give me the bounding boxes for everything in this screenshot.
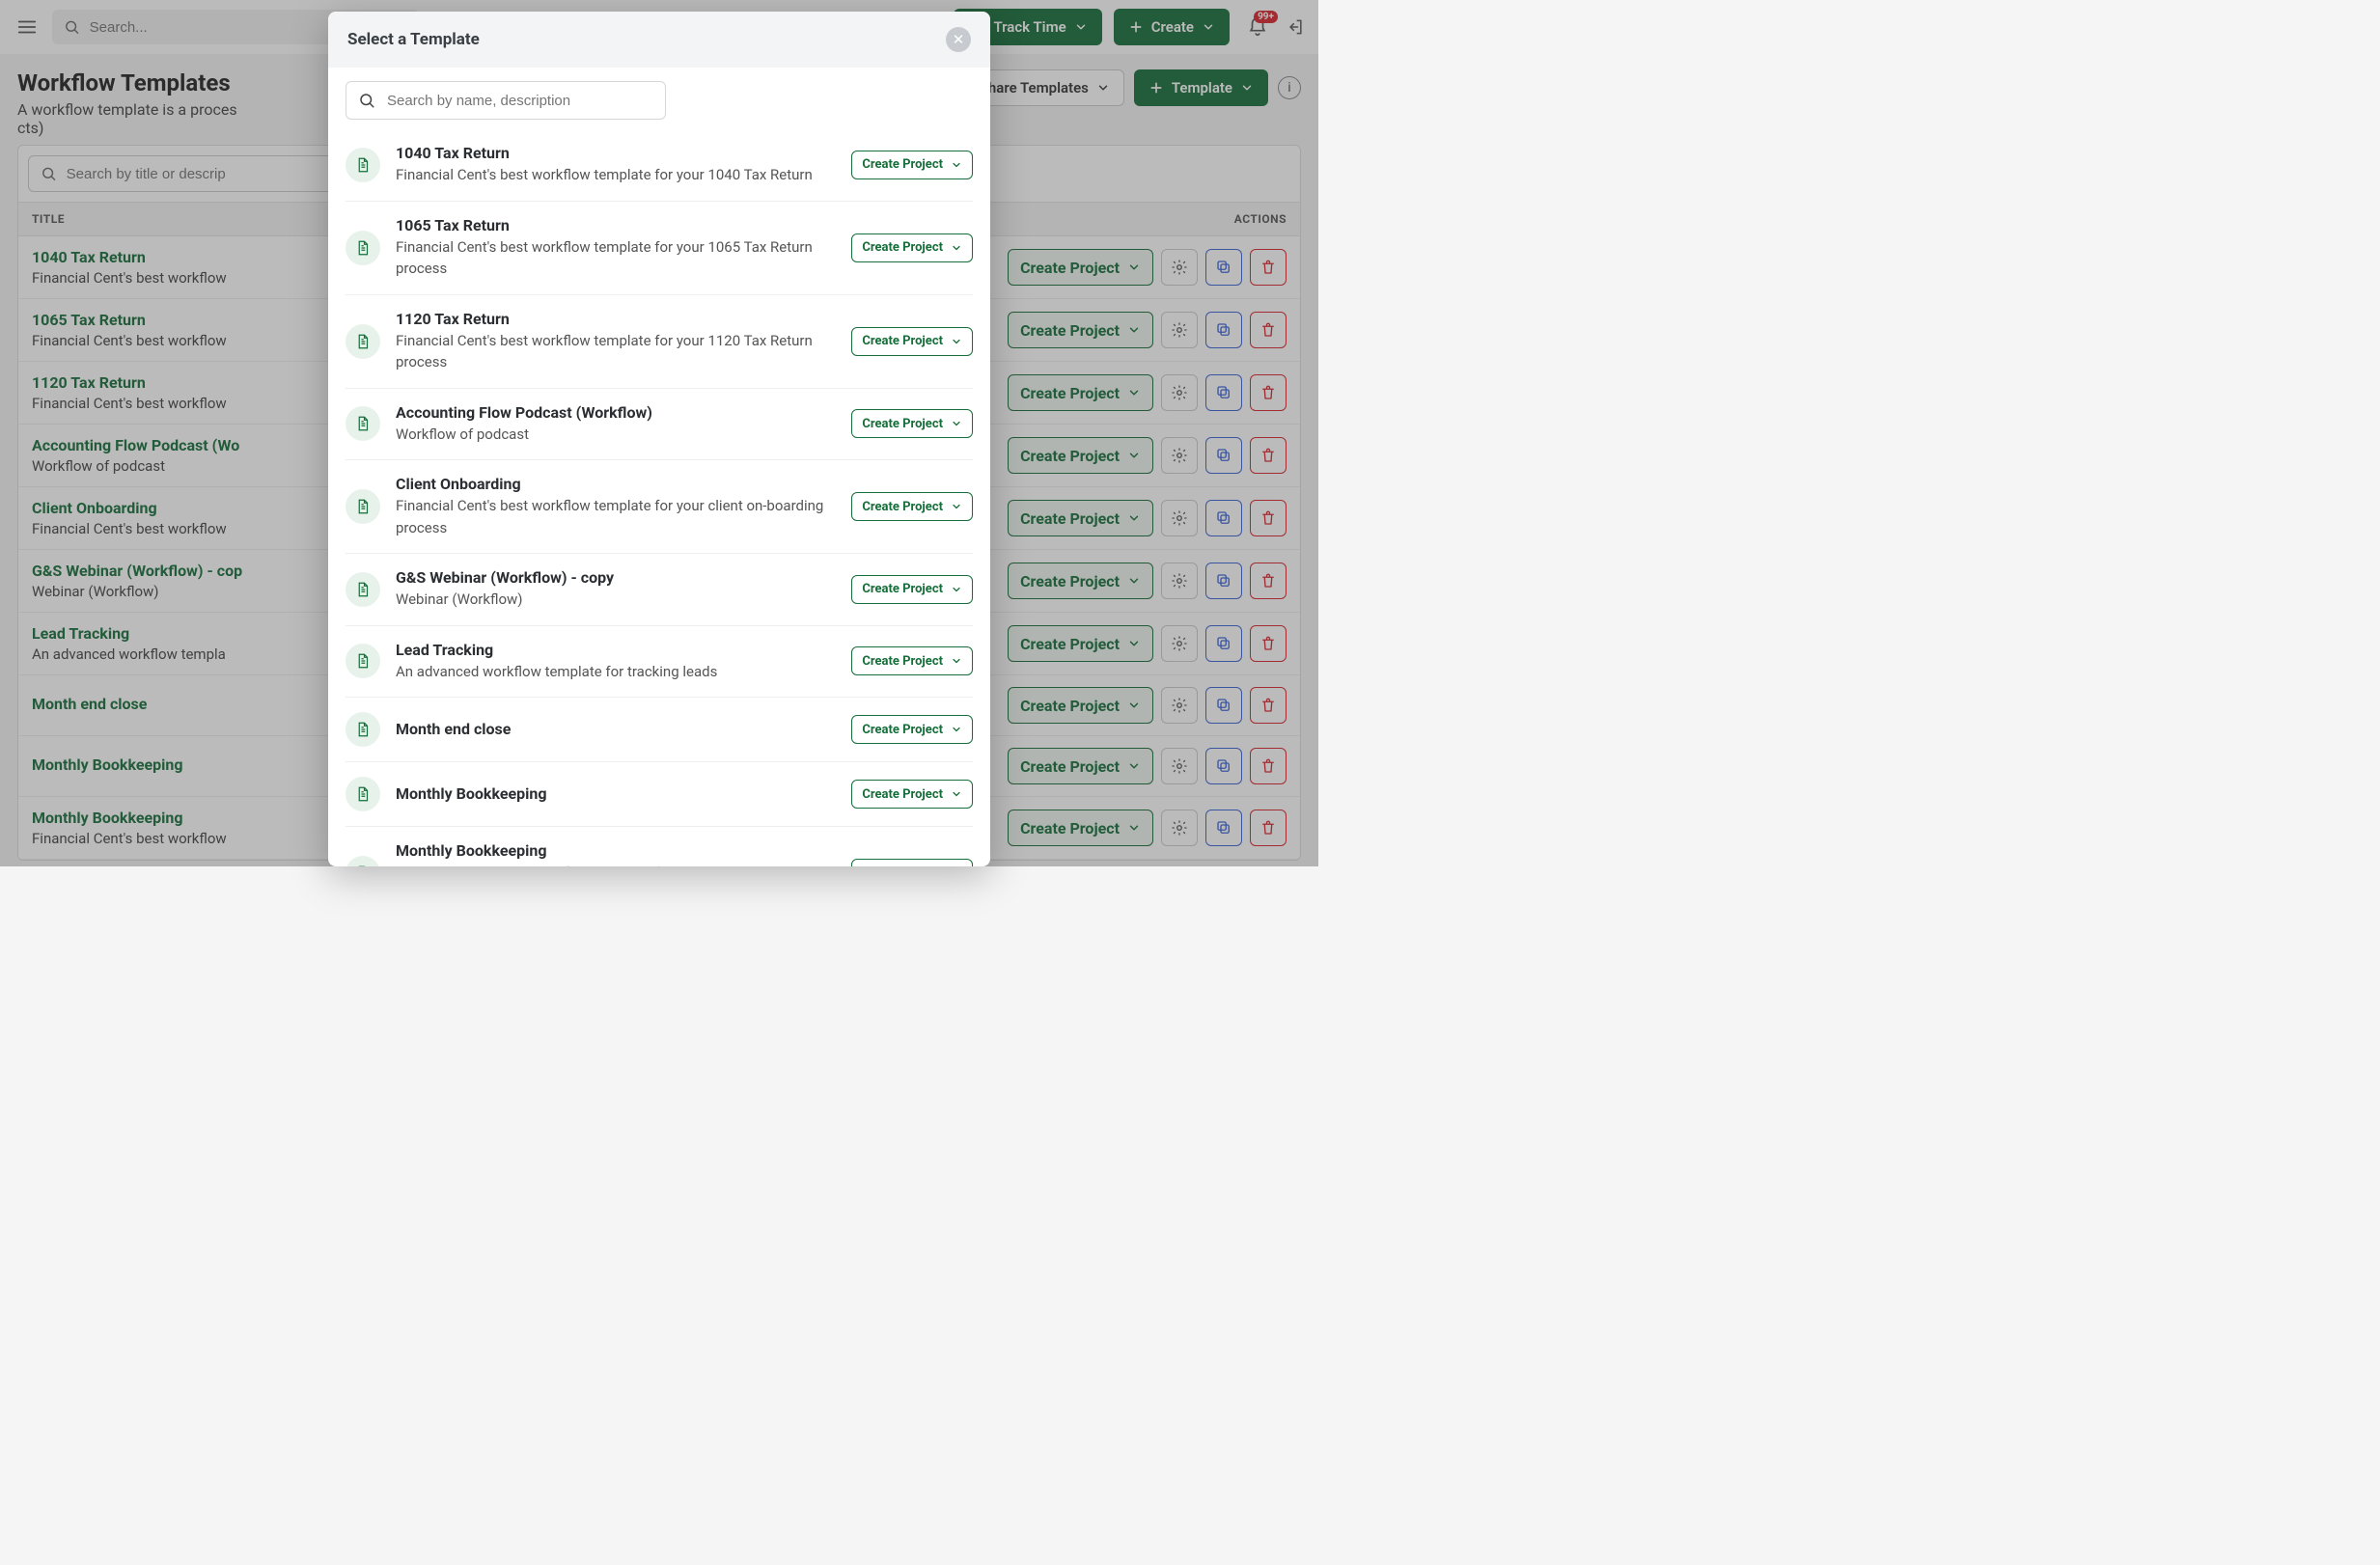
document-icon	[354, 785, 372, 803]
template-list-item: Client Onboarding Financial Cent's best …	[346, 460, 973, 554]
template-desc: Financial Cent's best workflow template …	[396, 236, 836, 280]
template-icon-wrap	[346, 856, 380, 866]
create-project-label: Create Project	[862, 866, 943, 867]
template-list-item: Monthly Bookkeeping Financial Cent's bes…	[346, 827, 973, 866]
template-title: Monthly Bookkeeping	[396, 841, 836, 860]
template-list-item: Lead Tracking An advanced workflow templ…	[346, 626, 973, 699]
modal-scrim[interactable]: Select a Template ✕ 1040 Tax Return Fina…	[0, 0, 1318, 866]
create-project-button[interactable]: Create Project	[851, 233, 973, 262]
template-list-item: Accounting Flow Podcast (Workflow) Workf…	[346, 389, 973, 461]
create-project-label: Create Project	[862, 500, 943, 514]
template-title: Monthly Bookkeeping	[396, 784, 836, 803]
chevron-down-icon	[951, 418, 962, 429]
create-project-label: Create Project	[862, 417, 943, 431]
template-desc: Financial Cent's best workflow template …	[396, 862, 836, 866]
template-list-item: 1120 Tax Return Financial Cent's best wo…	[346, 295, 973, 389]
modal-close-button[interactable]: ✕	[946, 27, 971, 52]
chevron-down-icon	[951, 159, 962, 171]
chevron-down-icon	[951, 336, 962, 347]
create-project-button[interactable]: Create Project	[851, 151, 973, 179]
template-desc: Financial Cent's best workflow template …	[396, 495, 836, 538]
document-icon	[354, 581, 372, 598]
template-icon-wrap	[346, 406, 380, 441]
chevron-down-icon	[951, 584, 962, 595]
template-icon-wrap	[346, 489, 380, 524]
create-project-button[interactable]: Create Project	[851, 492, 973, 521]
template-icon-wrap	[346, 324, 380, 359]
template-list-item: G&S Webinar (Workflow) - copy Webinar (W…	[346, 554, 973, 626]
template-desc: Workflow of podcast	[396, 424, 836, 446]
template-title: Lead Tracking	[396, 641, 836, 659]
template-title: 1120 Tax Return	[396, 310, 836, 328]
template-icon-wrap	[346, 148, 380, 182]
create-project-button[interactable]: Create Project	[851, 780, 973, 809]
document-icon	[354, 498, 372, 515]
template-list-item: 1065 Tax Return Financial Cent's best wo…	[346, 202, 973, 295]
create-project-button[interactable]: Create Project	[851, 327, 973, 356]
template-list-item: 1040 Tax Return Financial Cent's best wo…	[346, 129, 973, 202]
create-project-button[interactable]: Create Project	[851, 409, 973, 438]
modal-search[interactable]	[346, 81, 666, 120]
chevron-down-icon	[951, 655, 962, 667]
document-icon	[354, 415, 372, 432]
template-icon-wrap	[346, 572, 380, 607]
modal-title: Select a Template	[347, 30, 946, 49]
create-project-button[interactable]: Create Project	[851, 715, 973, 744]
template-list-item: Monthly Bookkeeping Create Project	[346, 762, 973, 827]
select-template-modal: Select a Template ✕ 1040 Tax Return Fina…	[328, 12, 990, 866]
template-title: Client Onboarding	[396, 475, 836, 493]
create-project-label: Create Project	[862, 240, 943, 255]
create-project-label: Create Project	[862, 654, 943, 669]
create-project-label: Create Project	[862, 334, 943, 348]
create-project-button[interactable]: Create Project	[851, 646, 973, 675]
template-title: Month end close	[396, 720, 836, 738]
document-icon	[354, 333, 372, 350]
chevron-down-icon	[951, 788, 962, 800]
template-desc: Webinar (Workflow)	[396, 589, 836, 611]
document-icon	[354, 721, 372, 738]
template-desc: Financial Cent's best workflow template …	[396, 330, 836, 373]
search-icon	[358, 92, 375, 109]
chevron-down-icon	[951, 501, 962, 512]
document-icon	[354, 239, 372, 257]
template-title: 1065 Tax Return	[396, 216, 836, 234]
modal-header: Select a Template ✕	[328, 12, 990, 68]
template-icon-wrap	[346, 712, 380, 747]
close-icon: ✕	[953, 31, 965, 48]
modal-search-input[interactable]	[387, 93, 653, 109]
create-project-label: Create Project	[862, 723, 943, 737]
template-title: Accounting Flow Podcast (Workflow)	[396, 403, 836, 422]
create-project-label: Create Project	[862, 157, 943, 172]
template-title: 1040 Tax Return	[396, 144, 836, 162]
document-icon	[354, 652, 372, 670]
chevron-down-icon	[951, 724, 962, 735]
create-project-button[interactable]: Create Project	[851, 859, 973, 866]
template-list-item: Month end close Create Project	[346, 698, 973, 762]
create-project-label: Create Project	[862, 787, 943, 802]
template-desc: Financial Cent's best workflow template …	[396, 164, 836, 186]
template-icon-wrap	[346, 644, 380, 678]
template-desc: An advanced workflow template for tracki…	[396, 661, 836, 683]
document-icon	[354, 156, 372, 174]
template-icon-wrap	[346, 777, 380, 811]
create-project-label: Create Project	[862, 582, 943, 596]
template-list: 1040 Tax Return Financial Cent's best wo…	[346, 129, 973, 866]
template-title: G&S Webinar (Workflow) - copy	[396, 568, 836, 587]
document-icon	[354, 865, 372, 866]
chevron-down-icon	[951, 242, 962, 254]
template-icon-wrap	[346, 231, 380, 265]
create-project-button[interactable]: Create Project	[851, 575, 973, 604]
